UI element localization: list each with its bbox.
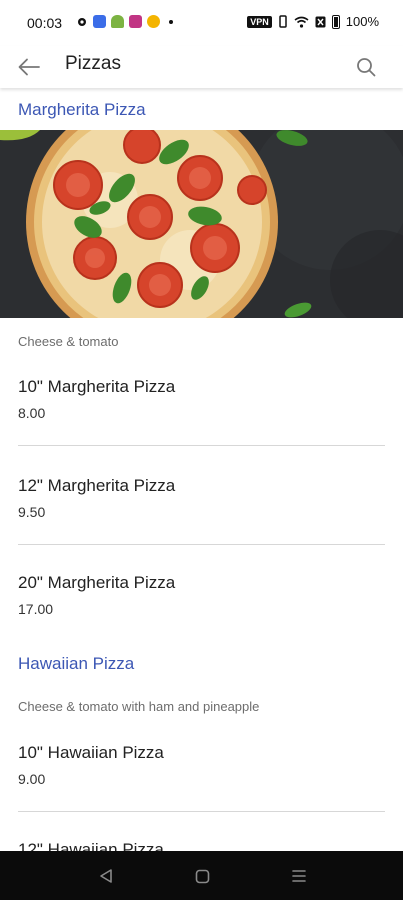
item-name: 10" Margherita Pizza [18, 377, 176, 396]
vibrate-icon [279, 15, 287, 28]
arrow-left-icon [18, 58, 40, 76]
triangle-back-icon [100, 869, 112, 883]
section-description-margherita: Cheese & tomato [18, 334, 119, 349]
section-title-hawaiian: Hawaiian Pizza [18, 654, 135, 673]
battery-icon [331, 14, 340, 29]
item-price: 9.50 [18, 504, 46, 520]
item-price: 17.00 [18, 601, 54, 617]
no-sim-icon [315, 16, 326, 27]
menu-lines-icon [292, 870, 306, 882]
page-title: Pizzas [65, 53, 121, 74]
settings-gear-icon [78, 17, 86, 26]
item-name: 20" Margherita Pizza [18, 573, 176, 592]
menu-item[interactable]: 12" Hawaiian Pizza [0, 840, 403, 851]
search-icon [357, 58, 376, 77]
square-home-icon [195, 869, 209, 883]
search-button[interactable] [351, 52, 381, 82]
menu-item[interactable]: 10" Hawaiian Pizza 9.00 [0, 743, 403, 839]
divider [18, 544, 385, 545]
messenger-app-icon [93, 15, 106, 28]
status-time: 00:03 [27, 15, 63, 31]
menu-list[interactable]: Margherita Pizza Cheese & tomato 10" Mar… [0, 88, 403, 851]
item-name: 10" Hawaiian Pizza [18, 743, 164, 762]
android-icon [111, 15, 124, 28]
system-status-icons: VPN 100% [247, 14, 379, 29]
menu-item[interactable]: 10" Margherita Pizza 8.00 [0, 377, 403, 473]
divider [18, 811, 385, 812]
nav-home-button[interactable] [189, 863, 215, 889]
app-bar: Pizzas [0, 46, 403, 88]
item-price: 8.00 [18, 405, 46, 421]
more-notifications-dot [169, 19, 173, 24]
divider [18, 445, 385, 446]
wifi-icon [294, 16, 309, 28]
photos-app-icon [147, 15, 160, 28]
nav-recents-button[interactable] [286, 863, 312, 889]
vpn-icon: VPN [247, 15, 272, 28]
item-name: 12" Margherita Pizza [18, 476, 176, 495]
item-name: 12" Hawaiian Pizza [18, 840, 164, 851]
instagram-icon [129, 15, 142, 28]
section-title-margherita: Margherita Pizza [18, 100, 146, 119]
nav-back-button[interactable] [93, 863, 119, 889]
battery-percent: 100% [345, 14, 379, 29]
status-bar: 00:03 VPN 100% [0, 0, 403, 46]
margherita-pizza-image [0, 130, 403, 318]
menu-item[interactable]: 12" Margherita Pizza 9.50 [0, 476, 403, 572]
system-navigation-bar [0, 851, 403, 900]
item-price: 9.00 [18, 771, 46, 787]
section-description-hawaiian: Cheese & tomato with ham and pineapple [18, 699, 260, 714]
back-button[interactable] [14, 52, 44, 82]
notification-icons [76, 15, 173, 28]
